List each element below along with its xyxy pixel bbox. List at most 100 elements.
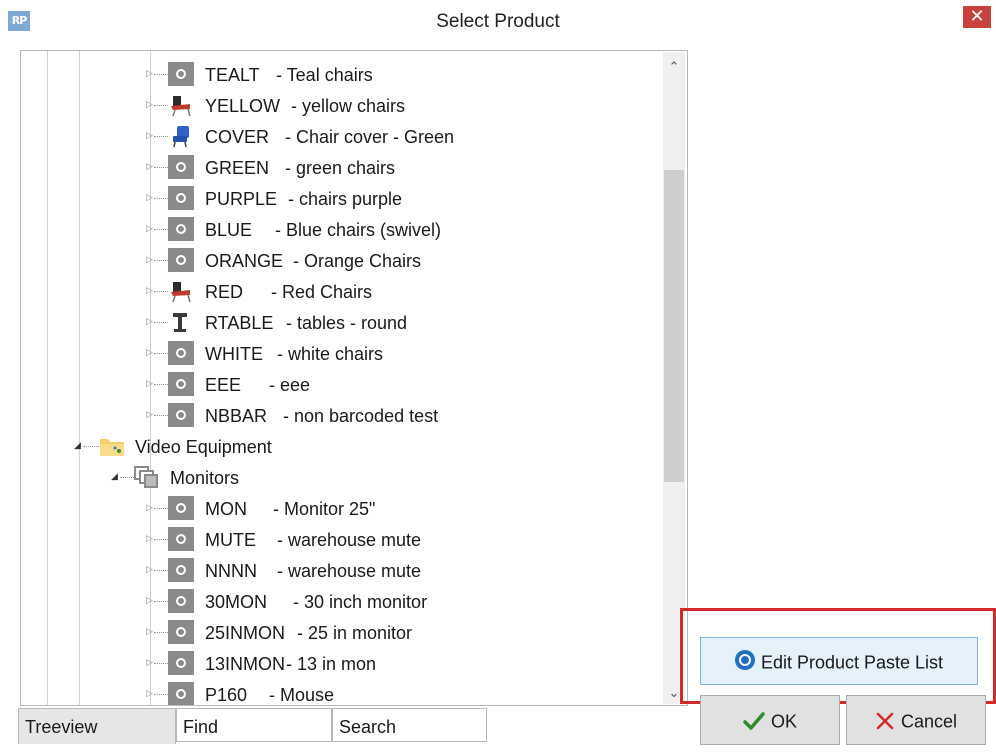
gray-product-icon [168,62,194,86]
tab-find[interactable]: Find [176,708,332,742]
item-code: 25INMON [205,623,286,643]
tree-subcategory[interactable]: ◢ Monitors [21,462,661,492]
tree-item[interactable]: ▷ P160 - Mouse [21,679,661,705]
collapse-icon[interactable]: ◢ [74,440,81,452]
expand-icon[interactable]: ▷ [146,347,153,359]
item-code: WHITE [205,344,263,364]
tab-treeview[interactable]: Treeview [18,708,176,744]
gray-product-icon [168,589,194,613]
tree-item[interactable]: ▷ NBBAR - non barcoded test [21,400,661,430]
item-description: - non barcoded test [283,406,439,426]
tree-item[interactable]: ▷ COVER - Chair cover - Green [21,121,661,151]
tree-item[interactable]: ▷ MON - Monitor 25" [21,493,661,523]
tree-item[interactable]: ▷ GREEN - green chairs [21,152,661,182]
expand-icon[interactable]: ▷ [146,161,153,173]
edit-list-icon [734,650,755,671]
item-code: 30MON [205,592,268,612]
scrollbar-thumb[interactable] [664,170,684,482]
tree-category[interactable]: ◢ Video Equipment [21,431,661,461]
group-icon [134,466,158,488]
tree-item[interactable]: ▷ BLUE - Blue chairs (swivel) [21,214,661,244]
item-code: YELLOW [205,96,281,116]
edit-product-paste-list-button[interactable]: Edit Product Paste List [700,637,978,685]
checkmark-icon [743,712,765,730]
gray-product-icon [168,155,194,179]
item-code: NBBAR [205,406,268,426]
expand-icon[interactable]: ▷ [146,533,153,545]
tree-item[interactable]: ▷ WHITE - white chairs [21,338,661,368]
expand-icon[interactable]: ▷ [146,564,153,576]
ok-button[interactable]: OK [700,695,840,745]
tree-item[interactable]: ▷ ORANGE - Orange Chairs [21,245,661,275]
cancel-x-icon [876,713,894,730]
expand-icon[interactable]: ▷ [146,409,153,421]
item-description: - Teal chairs [276,65,373,85]
gray-product-icon [168,496,194,520]
scroll-up-icon[interactable]: ⌃ [663,60,685,78]
tree-item[interactable]: ▷ EEE - eee [21,369,661,399]
edit-button-label: Edit Product Paste List [760,652,944,673]
expand-icon[interactable]: ▷ [146,99,153,111]
expand-icon[interactable]: ▷ [146,502,153,514]
expand-icon[interactable]: ▷ [146,688,153,700]
item-description: - Chair cover - Green [285,127,455,147]
cancel-button[interactable]: Cancel [846,695,986,745]
gray-product-icon [168,341,194,365]
gray-product-icon [168,403,194,427]
chair-icon [171,96,191,117]
expand-icon[interactable]: ▷ [146,595,153,607]
item-description: - Blue chairs (swivel) [275,220,442,240]
item-description: - chairs purple [288,189,403,209]
tree-item[interactable]: ▷ PURPLE - chairs purple [21,183,661,213]
tree-item[interactable]: ▷ RED - Red Chairs [21,276,661,306]
expand-icon[interactable]: ▷ [146,254,153,266]
item-code: P160 [205,685,248,705]
expand-icon[interactable]: ▷ [146,130,153,142]
expand-icon[interactable]: ▷ [146,285,153,297]
tree-item[interactable]: ▷ 13INMON - 13 in mon [21,648,661,678]
product-tree[interactable]: ▷ TEALT - Teal chairs ▷ YELLOW - yellow … [20,50,688,706]
gray-product-icon [168,248,194,272]
tree-item[interactable]: ▷ MUTE - warehouse mute [21,524,661,554]
tree-item[interactable]: ▷ RTABLE - tables - round [21,307,661,337]
tree-item[interactable]: ▷ 30MON - 30 inch monitor [21,586,661,616]
gray-product-icon [168,217,194,241]
item-description: - Orange Chairs [293,251,422,271]
item-code: PURPLE [205,189,278,209]
table-icon [173,313,187,332]
item-code: NNNN [205,561,257,581]
tree-item[interactable]: ▷ YELLOW - yellow chairs [21,90,661,120]
gray-product-icon [168,186,194,210]
item-code: TEALT [205,65,260,85]
gray-product-icon [168,620,194,644]
item-description: - white chairs [277,344,384,364]
gray-product-icon [168,558,194,582]
expand-icon[interactable]: ▷ [146,223,153,235]
gray-product-icon [168,527,194,551]
expand-icon[interactable]: ▷ [146,626,153,638]
gray-product-icon [168,372,194,396]
close-button[interactable]: ✕ [963,6,991,28]
tree-item[interactable]: ▷ TEALT - Teal chairs [21,59,661,89]
expand-icon[interactable]: ▷ [146,378,153,390]
gray-product-icon [168,651,194,675]
item-description: - green chairs [285,158,396,178]
item-code: MON [205,499,247,519]
expand-icon[interactable]: ▷ [146,68,153,80]
tab-search[interactable]: Search [332,708,487,742]
expand-icon[interactable]: ▷ [146,192,153,204]
item-description: - warehouse mute [277,530,422,550]
tree-item[interactable]: ▷ NNNN - warehouse mute [21,555,661,585]
cancel-button-label: Cancel [900,711,958,732]
item-description: - yellow chairs [291,96,406,116]
expand-icon[interactable]: ▷ [146,316,153,328]
collapse-icon[interactable]: ◢ [111,471,118,483]
ok-button-label: OK [770,711,797,732]
tree-item[interactable]: ▷ 25INMON - 25 in monitor [21,617,661,647]
chair-icon [171,282,191,303]
item-code: ORANGE [205,251,284,271]
window-title: Select Product [436,11,560,32]
item-description: - tables - round [286,313,408,333]
expand-icon[interactable]: ▷ [146,657,153,669]
title-bar: RP Select Product ✕ [0,0,996,44]
